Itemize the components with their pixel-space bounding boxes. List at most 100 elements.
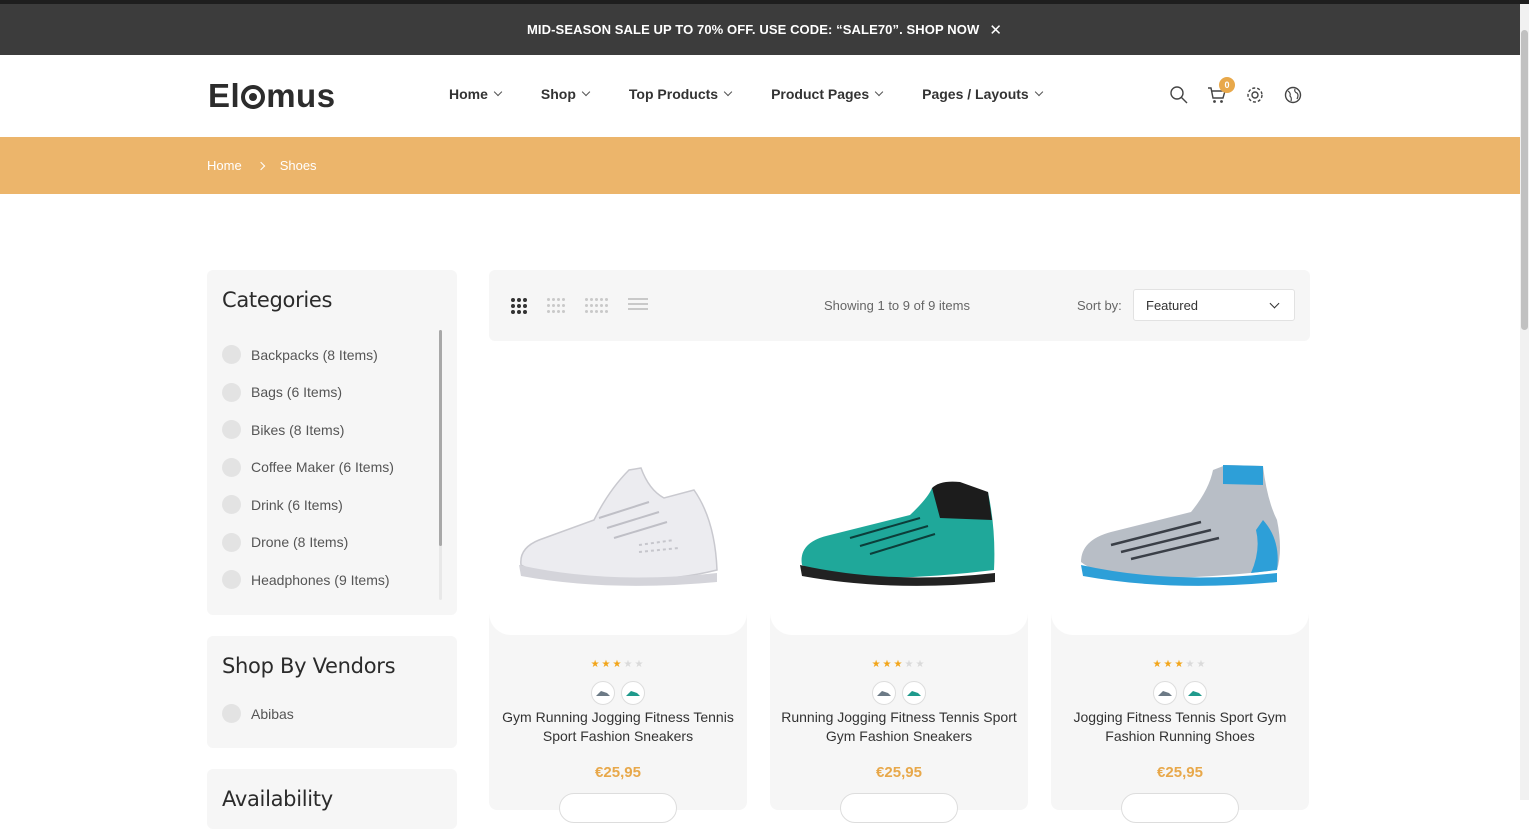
color-swatches <box>770 681 1028 705</box>
breadcrumb-home-link[interactable]: Home <box>207 158 242 173</box>
swatch-grey[interactable] <box>591 681 615 705</box>
product-card[interactable]: ★★★★★ Jogging Fitness Tennis Sport Gym F… <box>1051 370 1309 823</box>
category-item-drink[interactable]: Drink (6 Items) <box>222 486 394 524</box>
product-title[interactable]: Gym Running Jogging Fitness Tennis Sport… <box>499 708 737 746</box>
vendor-item-abibas[interactable]: Abibas <box>222 695 294 733</box>
product-image[interactable] <box>1051 370 1309 635</box>
radio-button[interactable] <box>222 704 241 724</box>
white-sneaker-image <box>519 467 718 586</box>
cart-icon[interactable]: 0 <box>1207 77 1235 105</box>
logo[interactable]: El mus <box>208 77 336 115</box>
globe-icon[interactable] <box>1283 85 1303 105</box>
list-view-icon[interactable] <box>628 298 648 314</box>
vendors-list: Abibas <box>222 695 294 733</box>
nav-item-pages-layouts[interactable]: Pages / Layouts <box>922 86 1043 102</box>
header-icons: 0 <box>1169 77 1321 105</box>
vendor-label: Abibas <box>251 705 294 722</box>
categories-scroll-thumb[interactable] <box>439 330 442 546</box>
category-item-bags[interactable]: Bags (6 Items) <box>222 374 394 412</box>
category-label: Coffee Maker (6 Items) <box>251 459 394 476</box>
radio-button[interactable] <box>222 345 241 365</box>
chevron-down-icon <box>493 87 503 97</box>
close-icon[interactable]: ✕ <box>989 21 1002 39</box>
add-to-cart-button[interactable] <box>840 793 958 823</box>
swatch-teal[interactable] <box>621 681 645 705</box>
grid-4-view-icon[interactable] <box>547 298 565 314</box>
category-label: Drink (6 Items) <box>251 496 343 513</box>
categories-title: Categories <box>222 288 333 312</box>
product-title[interactable]: Jogging Fitness Tennis Sport Gym Fashion… <box>1061 708 1299 746</box>
nav-label: Top Products <box>628 86 719 102</box>
swatch-teal[interactable] <box>1183 681 1207 705</box>
product-price: €25,95 <box>876 764 922 781</box>
category-item-backpacks[interactable]: Backpacks (8 Items) <box>222 336 394 374</box>
site-header: El mus Home Shop Top Products Product Pag… <box>0 55 1520 137</box>
rating-stars: ★★★★★ <box>590 659 646 670</box>
product-title[interactable]: Running Jogging Fitness Tennis Sport Gym… <box>780 708 1018 746</box>
add-to-cart-button[interactable] <box>1121 793 1239 823</box>
product-toolbar: Showing 1 to 9 of 9 items Sort by: Featu… <box>489 270 1310 341</box>
availability-panel: Availability <box>207 769 457 829</box>
product-card[interactable]: ★★★★★ Running Jogging Fitness Tennis Spo… <box>770 370 1028 823</box>
nav-label: Pages / Layouts <box>922 86 1029 102</box>
results-count: Showing 1 to 9 of 9 items <box>824 298 970 313</box>
breadcrumb: Home Shoes <box>207 158 317 173</box>
grid-3-view-icon[interactable] <box>511 298 527 314</box>
sort-select[interactable]: Featured <box>1133 289 1295 321</box>
teal-football-shoe-image <box>800 481 995 586</box>
chevron-down-icon <box>1034 87 1043 97</box>
category-label: Drone (8 Items) <box>251 534 349 551</box>
gear-icon[interactable] <box>1245 85 1265 105</box>
cart-count-badge: 0 <box>1219 77 1235 93</box>
rating-stars: ★★★★★ <box>1152 659 1208 670</box>
radio-button[interactable] <box>222 570 241 590</box>
nav-item-product-pages[interactable]: Product Pages <box>771 86 884 102</box>
chevron-right-icon <box>256 161 265 170</box>
category-item-headphones[interactable]: Headphones (9 Items) <box>222 561 394 599</box>
main-nav: Home Shop Top Products Product Pages Pag… <box>449 86 1082 102</box>
scrollbar-thumb[interactable] <box>1521 30 1528 330</box>
radio-button[interactable] <box>222 457 241 477</box>
breadcrumb-bar: Home Shoes <box>0 137 1520 194</box>
radio-button[interactable] <box>222 420 241 440</box>
category-label: Bags (6 Items) <box>251 384 343 401</box>
breadcrumb-current: Shoes <box>279 158 317 173</box>
category-item-coffee-maker[interactable]: Coffee Maker (6 Items) <box>222 449 394 487</box>
category-label: Bikes (8 Items) <box>251 421 345 438</box>
sort-value: Featured <box>1146 298 1199 313</box>
radio-button[interactable] <box>222 532 241 552</box>
color-swatches <box>489 681 747 705</box>
product-image[interactable] <box>489 370 747 635</box>
category-label: Headphones (9 Items) <box>251 571 390 588</box>
chevron-down-icon <box>874 87 884 97</box>
radio-button[interactable] <box>222 382 241 402</box>
nav-label: Home <box>449 86 488 102</box>
vendors-panel: Shop By Vendors Abibas <box>207 636 457 748</box>
product-card[interactable]: ★★★★★ Gym Running Jogging Fitness Tennis… <box>489 370 747 823</box>
nav-item-shop[interactable]: Shop <box>540 86 591 102</box>
chevron-down-icon <box>1269 298 1280 309</box>
grid-5-view-icon[interactable] <box>585 298 608 314</box>
add-to-cart-button[interactable] <box>559 793 677 823</box>
nav-label: Product Pages <box>771 86 870 102</box>
category-item-drone[interactable]: Drone (8 Items) <box>222 524 394 562</box>
swatch-grey[interactable] <box>872 681 896 705</box>
radio-button[interactable] <box>222 495 241 515</box>
announcement-bar: MID-SEASON SALE UP TO 70% OFF. USE CODE:… <box>0 4 1529 55</box>
category-item-bikes[interactable]: Bikes (8 Items) <box>222 411 394 449</box>
swatch-teal[interactable] <box>902 681 926 705</box>
announcement-text[interactable]: MID-SEASON SALE UP TO 70% OFF. USE CODE:… <box>527 22 979 37</box>
nav-item-top-products[interactable]: Top Products <box>628 86 733 102</box>
page-scrollbar[interactable] <box>1520 4 1529 800</box>
logo-o-icon <box>241 85 266 109</box>
product-price: €25,95 <box>595 764 641 781</box>
swatch-grey[interactable] <box>1153 681 1177 705</box>
categories-list: Backpacks (8 Items) Bags (6 Items) Bikes… <box>222 336 394 599</box>
nav-item-home[interactable]: Home <box>449 86 503 102</box>
product-image[interactable] <box>770 370 1028 635</box>
search-icon[interactable] <box>1169 85 1189 105</box>
color-swatches <box>1051 681 1309 705</box>
nav-label: Shop <box>540 86 576 102</box>
rating-stars: ★★★★★ <box>871 659 927 670</box>
view-switcher <box>511 298 648 314</box>
